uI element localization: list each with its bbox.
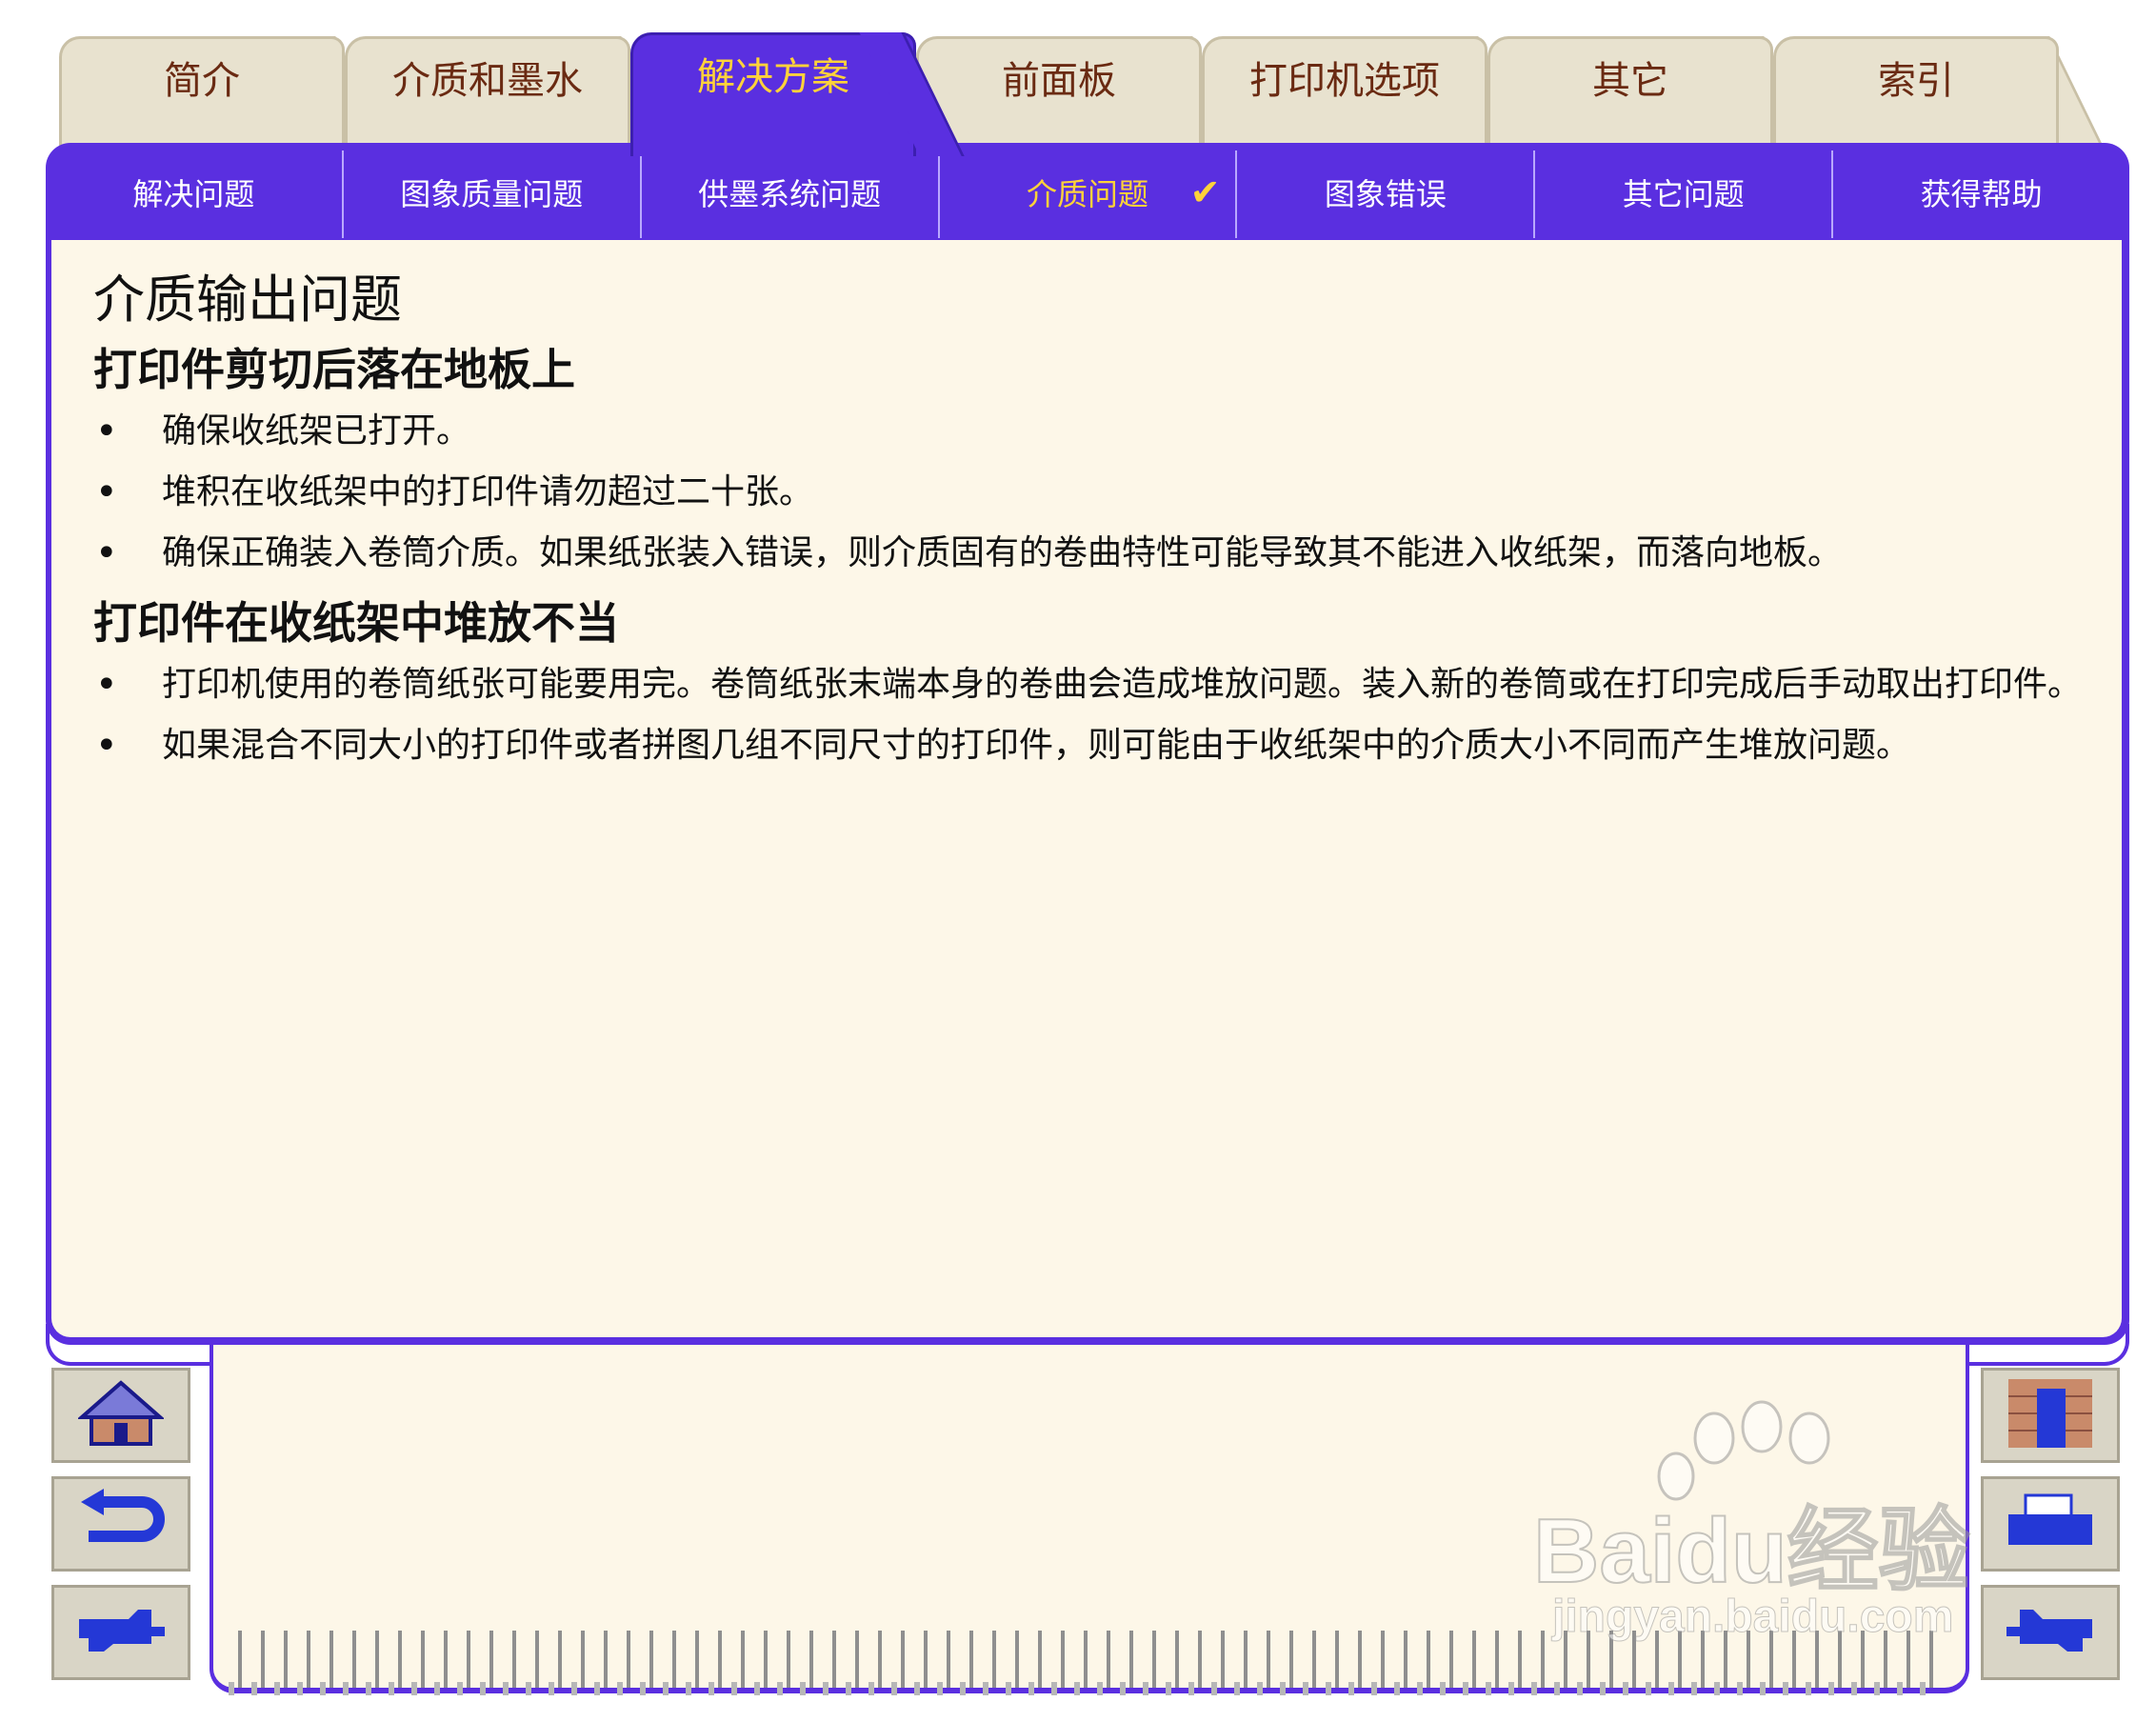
tab-intro[interactable]: 简介	[59, 36, 345, 149]
next-page-icon	[75, 1602, 167, 1663]
subtab-solve-problems[interactable]: 解决问题	[46, 150, 344, 238]
subtab-label: 供墨系统问题	[698, 176, 882, 212]
subtab-label: 获得帮助	[1920, 176, 2043, 212]
main-frame: 解决问题 图象质量问题 供墨系统问题 介质问题 ✔ 图象错误 其它问题 获得帮助…	[46, 143, 2129, 1345]
baidu-watermark: Baidu经验 jingyan.baidu.com	[1532, 1400, 2028, 1648]
list-item: 确保正确装入卷筒介质。如果纸张装入错误，则介质固有的卷曲特性可能导致其不能进入收…	[93, 528, 2093, 579]
section-stacking: 打印件在收纸架中堆放不当 打印机使用的卷筒纸张可能要用完。卷筒纸张末端本身的卷曲…	[93, 589, 2093, 781]
sub-navigation: 解决问题 图象质量问题 供墨系统问题 介质问题 ✔ 图象错误 其它问题 获得帮助	[46, 150, 2129, 238]
next-page-button[interactable]	[51, 1585, 190, 1680]
subtab-label: 图象质量问题	[400, 176, 584, 212]
subtab-get-help[interactable]: 获得帮助	[1833, 150, 2129, 238]
subtab-image-quality[interactable]: 图象质量问题	[344, 150, 642, 238]
subtab-label: 解决问题	[132, 176, 255, 212]
watermark-suffix: 经验	[1787, 1499, 1971, 1603]
tab-printer-options[interactable]: 打印机选项	[1202, 36, 1487, 149]
watermark-url: jingyan.baidu.com	[1551, 1592, 1954, 1643]
watermark-brand-du: du	[1674, 1499, 1787, 1603]
bullet-list: 打印机使用的卷筒纸张可能要用完。卷筒纸张末端本身的卷曲会造成堆放问题。装入新的卷…	[93, 659, 2093, 771]
subtab-label: 其它问题	[1622, 176, 1745, 212]
watermark-brand: Bai	[1532, 1499, 1676, 1603]
top-tab-bar: 简介 介质和墨水 解决方案 前面板 打印机选项 其它 索引	[59, 32, 2126, 156]
list-item: 如果混合不同大小的打印件或者拼图几组不同尺寸的打印件，则可能由于收纸架中的介质大…	[93, 720, 2093, 771]
subtab-media-problems[interactable]: 介质问题 ✔	[940, 150, 1238, 238]
tab-front-panel[interactable]: 前面板	[916, 36, 1202, 149]
subtab-label: 图象错误	[1324, 176, 1447, 212]
subtab-image-errors[interactable]: 图象错误	[1237, 150, 1536, 238]
back-button[interactable]	[51, 1476, 190, 1572]
page-title: 介质输出问题	[93, 270, 402, 330]
content-area: 介质输出问题 打印件剪切后落在地板上 确保收纸架已打开。 堆积在收纸架中的打印件…	[51, 240, 2122, 1337]
frame-corner-left	[46, 1324, 213, 1366]
tab-solutions[interactable]: 解决方案	[630, 32, 916, 156]
section-heading: 打印件在收纸架中堆放不当	[93, 597, 619, 649]
back-icon	[75, 1489, 167, 1559]
list-item: 堆积在收纸架中的打印件请勿超过二十张。	[93, 467, 2093, 518]
section-heading: 打印件剪切后落在地板上	[93, 344, 575, 395]
tab-index[interactable]: 索引	[1773, 36, 2059, 149]
subtab-label: 介质问题	[1027, 176, 1149, 212]
checkmark-icon: ✔	[1189, 171, 1221, 213]
subtab-ink-system[interactable]: 供墨系统问题	[642, 150, 940, 238]
home-icon	[76, 1379, 166, 1452]
tab-other[interactable]: 其它	[1487, 36, 1773, 149]
subtab-other-problems[interactable]: 其它问题	[1535, 150, 1834, 238]
list-item: 确保收纸架已打开。	[93, 406, 2093, 457]
bullet-list: 确保收纸架已打开。 堆积在收纸架中的打印件请勿超过二十张。 确保正确装入卷筒介质…	[93, 406, 2093, 579]
section-falls-on-floor: 打印件剪切后落在地板上 确保收纸架已打开。 堆积在收纸架中的打印件请勿超过二十张…	[93, 335, 2093, 589]
list-item: 打印机使用的卷筒纸张可能要用完。卷筒纸张末端本身的卷曲会造成堆放问题。装入新的卷…	[93, 659, 2093, 711]
home-button[interactable]	[51, 1368, 190, 1463]
tab-media-and-ink[interactable]: 介质和墨水	[345, 36, 630, 149]
frame-corner-right	[1958, 1324, 2129, 1366]
